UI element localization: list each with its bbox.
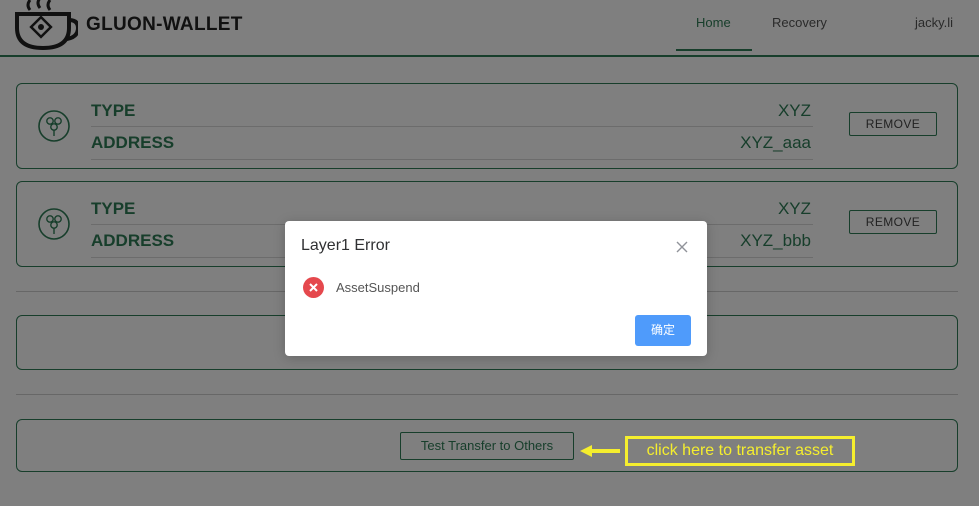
left-arrow-icon xyxy=(580,445,620,457)
app-root: GLUON-WALLET Home Recovery jacky.li TYPE… xyxy=(0,0,979,506)
dialog-message: AssetSuspend xyxy=(336,280,420,295)
annotation-callout: click here to transfer asset xyxy=(625,436,855,466)
confirm-button[interactable]: 确定 xyxy=(635,315,691,346)
error-icon xyxy=(303,277,324,298)
close-icon[interactable] xyxy=(675,240,689,254)
error-dialog: Layer1 Error AssetSuspend 确定 xyxy=(285,221,707,356)
dialog-title: Layer1 Error xyxy=(301,237,390,254)
